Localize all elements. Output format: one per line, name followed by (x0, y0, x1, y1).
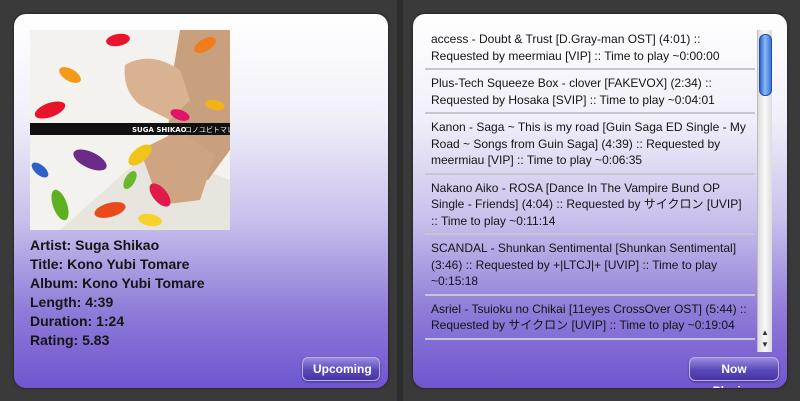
queue-item: Plus-Tech Squeeze Box - clover [FAKEVOX]… (425, 72, 755, 114)
upcoming-button[interactable]: Upcoming (302, 357, 380, 381)
track-title: Title: Kono Yubi Tomare (30, 256, 190, 272)
scroll-up-arrow-icon[interactable]: ▲ (758, 328, 772, 338)
queue-list[interactable]: access - Doubt & Trust [D.Gray-man OST] … (425, 28, 755, 350)
scroll-down-arrow-icon[interactable]: ▼ (758, 340, 772, 350)
track-length: Length: 4:39 (30, 294, 114, 310)
album-cover: SUGA SHIKAO コノユビトマレ (30, 30, 230, 230)
queue-item: Nakano Aiko - ROSA [Dance In The Vampire… (425, 177, 755, 235)
queue-item: SCANDAL - Shunkan Sentimental [Shunkan S… (425, 237, 755, 296)
track-duration: Duration: 1:24 (30, 313, 125, 329)
queue-scrollbar[interactable]: ▲ ▼ (757, 30, 772, 352)
queue-item: Asriel - Tsuioku no Chikai [11eyes Cross… (425, 298, 755, 340)
track-artist: Artist: Suga Shikao (30, 237, 160, 253)
now-playing-panel: SUGA SHIKAO コノユビトマレ Artist: Suga Shikao … (14, 14, 388, 388)
queue-item: Kanon - Saga ~ This is my road [Guin Sag… (425, 116, 755, 175)
track-rating: Rating: 5.83 (30, 332, 110, 348)
track-album: Album: Kono Yubi Tomare (30, 275, 205, 291)
queue-panel: access - Doubt & Trust [D.Gray-man OST] … (413, 14, 787, 388)
cover-title-text: コノユビトマレ (185, 125, 230, 134)
scrollbar-thumb[interactable] (759, 34, 772, 96)
panel-divider (397, 0, 403, 401)
cover-artist-text: SUGA SHIKAO (132, 126, 187, 134)
queue-item: access - Doubt & Trust [D.Gray-man OST] … (425, 28, 755, 70)
track-info: Artist: Suga Shikao Title: Kono Yubi Tom… (30, 236, 205, 350)
now-playing-button[interactable]: Now Playing (689, 357, 779, 388)
